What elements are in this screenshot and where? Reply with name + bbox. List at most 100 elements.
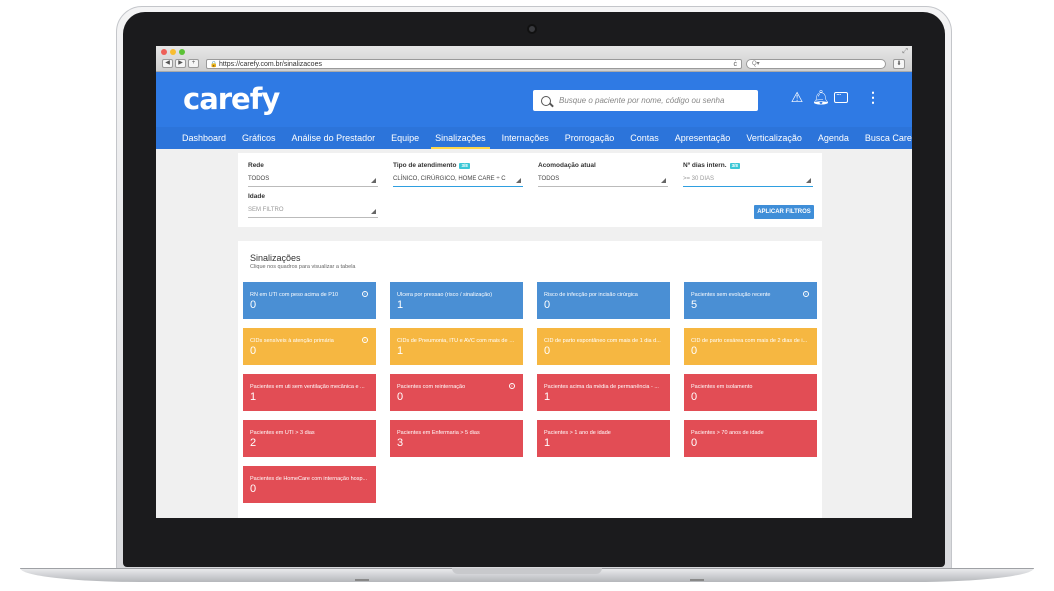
signal-card-count: 1 xyxy=(544,391,551,403)
signal-card-count: 0 xyxy=(691,391,698,403)
filter-acomodacao: Acomodação atual TODOS xyxy=(538,162,668,187)
browser-search-input[interactable]: Q▾ xyxy=(746,59,886,69)
nav-graficos[interactable]: Gráficos xyxy=(234,127,284,149)
address-bar[interactable]: 🔒 https://carefy.com.br/sinalizacoes ċ xyxy=(206,59,742,69)
signal-card-label: Pacientes sem evolução recente xyxy=(691,292,771,298)
maximize-window-button[interactable] xyxy=(179,49,185,55)
nav-equipe[interactable]: Equipe xyxy=(383,127,427,149)
laptop-foot xyxy=(355,579,369,581)
bell-icon[interactable]: 🔔︎ xyxy=(812,89,830,105)
nav-apresentacao[interactable]: Apresentação xyxy=(667,127,739,149)
signal-card[interactable]: Pacientes em Enfermaria > 5 dias 3 xyxy=(390,420,523,457)
signal-card-count: 0 xyxy=(250,299,257,311)
dropdown-caret-icon xyxy=(806,178,811,183)
back-button[interactable]: ◀ xyxy=(162,59,173,68)
download-icon[interactable]: ⬇ xyxy=(893,59,905,69)
laptop-foot xyxy=(690,579,704,581)
sinalizacoes-panel: Sinalizações Clique nos quadros para vis… xyxy=(238,241,822,518)
carefy-logo[interactable]: carefy xyxy=(183,82,280,116)
forward-button[interactable]: ▶ xyxy=(175,59,186,68)
nav-analise-prestador[interactable]: Análise do Prestador xyxy=(284,127,384,149)
signal-card[interactable]: Risco de infecção por incisão cirúrgica 0 xyxy=(537,282,670,319)
panel-title: Sinalizações xyxy=(250,253,301,263)
chat-icon[interactable] xyxy=(834,87,848,103)
signal-card[interactable]: RN em UTI com peso acima de P10 0 i xyxy=(243,282,376,319)
url-text: https://carefy.com.br/sinalizacoes xyxy=(219,61,322,68)
nav-busca-carefy[interactable]: Busca Carefy xyxy=(857,127,912,149)
nav-contas[interactable]: Contas xyxy=(622,127,667,149)
filter-label: Idade xyxy=(248,193,265,200)
signal-card-label: Pacientes em uti sem ventilação mecânica… xyxy=(250,384,365,390)
nav-verticalizacao[interactable]: Verticalização xyxy=(738,127,810,149)
signal-card[interactable]: Pacientes em UTI > 3 dias 2 xyxy=(243,420,376,457)
reload-icon[interactable]: ċ xyxy=(734,60,738,69)
signal-card-count: 1 xyxy=(250,391,257,403)
camera-icon xyxy=(527,24,537,34)
info-icon[interactable]: i xyxy=(362,337,368,343)
filter-idade: Idade SEM FILTRO xyxy=(248,193,378,218)
info-icon[interactable]: i xyxy=(803,291,809,297)
signal-card[interactable]: Pacientes com reinternação 0 i xyxy=(390,374,523,411)
new-tab-button[interactable]: + xyxy=(188,59,199,68)
nav-internacoes[interactable]: Internações xyxy=(494,127,557,149)
nav-agenda[interactable]: Agenda xyxy=(810,127,857,149)
signal-card-label: CIDs sensíveis à atenção primária xyxy=(250,338,334,344)
rede-select[interactable]: TODOS xyxy=(248,176,378,187)
more-vertical-icon[interactable]: ⋮ xyxy=(866,89,880,105)
signal-card[interactable]: CIDs de Pneumonia, ITU e AVC com mais de… xyxy=(390,328,523,365)
filter-dias-internacao: Nº dias intern. 3/8 >= 30 DIAS xyxy=(683,162,813,187)
filter-label: Nº dias intern. 3/8 xyxy=(683,162,740,169)
laptop-mockup: ⤢ ◀ ▶ + 🔒 https://carefy.com.br/sinaliza… xyxy=(0,0,1054,591)
filters-panel: Rede TODOS Tipo de atendimento 3/8 CLÍNI… xyxy=(238,153,822,227)
patient-search-input[interactable]: Busque o paciente por nome, código ou se… xyxy=(533,90,758,111)
signal-card-count: 2 xyxy=(250,437,257,449)
signal-card[interactable]: Pacientes sem evolução recente 5 i xyxy=(684,282,817,319)
filter-label: Acomodação atual xyxy=(538,162,596,169)
signal-card-label: RN em UTI com peso acima de P10 xyxy=(250,292,339,298)
lock-icon: 🔒 xyxy=(210,62,218,68)
nav-dashboard[interactable]: Dashboard xyxy=(174,127,234,149)
signal-card[interactable]: Pacientes de HomeCare com internação hos… xyxy=(243,466,376,503)
main-nav: Dashboard Gráficos Análise do Prestador … xyxy=(156,127,912,149)
tipo-atendimento-select[interactable]: CLÍNICO, CIRÚRGICO, HOME CARE ÷ C xyxy=(393,176,523,187)
nav-sinalizacoes[interactable]: Sinalizações xyxy=(427,127,494,149)
signal-card[interactable]: Pacientes > 1 ano de idade 1 xyxy=(537,420,670,457)
signal-card[interactable]: Pacientes > 70 anos de idade 0 xyxy=(684,420,817,457)
signal-card[interactable]: CID de parto cesárea com mais de 2 dias … xyxy=(684,328,817,365)
signal-card[interactable]: Pacientes em uti sem ventilação mecânica… xyxy=(243,374,376,411)
signal-card[interactable]: CIDs sensíveis à atenção primária 0 i xyxy=(243,328,376,365)
signal-card[interactable]: Úlcera por pressao (risco / sinalização)… xyxy=(390,282,523,319)
signal-card-label: Pacientes em isolamento xyxy=(691,384,753,390)
signal-card-label: CIDs de Pneumonia, ITU e AVC com mais de… xyxy=(397,338,515,344)
signal-card-count: 1 xyxy=(544,437,551,449)
signal-card[interactable]: CID de parto espontâneo com mais de 1 di… xyxy=(537,328,670,365)
signal-card-label: Úlcera por pressao (risco / sinalização) xyxy=(397,292,493,298)
dias-internacao-select[interactable]: >= 30 DIAS xyxy=(683,176,813,187)
signal-card-count: 0 xyxy=(544,345,551,357)
signal-card-count: 5 xyxy=(691,299,698,311)
signal-card[interactable]: Pacientes acima da média de permanência … xyxy=(537,374,670,411)
signal-card-count: 0 xyxy=(250,345,257,357)
close-window-button[interactable] xyxy=(161,49,167,55)
fullscreen-icon[interactable]: ⤢ xyxy=(902,48,908,56)
warning-icon[interactable]: ⚠ xyxy=(790,89,804,105)
signal-card-label: Pacientes com reinternação xyxy=(397,384,466,390)
idade-select[interactable]: SEM FILTRO xyxy=(248,207,378,218)
minimize-window-button[interactable] xyxy=(170,49,176,55)
acomodacao-select[interactable]: TODOS xyxy=(538,176,668,187)
nav-prorrogacao[interactable]: Prorrogação xyxy=(557,127,623,149)
signal-card[interactable]: Pacientes em isolamento 0 xyxy=(684,374,817,411)
signal-card-count: 0 xyxy=(691,345,698,357)
signal-card-count: 0 xyxy=(544,299,551,311)
dropdown-caret-icon xyxy=(371,178,376,183)
laptop-notch xyxy=(452,568,602,574)
info-icon[interactable]: i xyxy=(362,291,368,297)
apply-filters-button[interactable]: APLICAR FILTROS xyxy=(754,205,814,219)
search-icon xyxy=(541,95,551,106)
header-icons: ⚠ 🔔︎ ⋮ xyxy=(790,87,880,106)
signal-card-count: 0 xyxy=(691,437,698,449)
search-placeholder: Busque o paciente por nome, código ou se… xyxy=(559,96,725,105)
dropdown-caret-icon xyxy=(661,178,666,183)
info-icon[interactable]: i xyxy=(509,383,515,389)
signal-card-label: Risco de infecção por incisão cirúrgica xyxy=(544,292,638,298)
